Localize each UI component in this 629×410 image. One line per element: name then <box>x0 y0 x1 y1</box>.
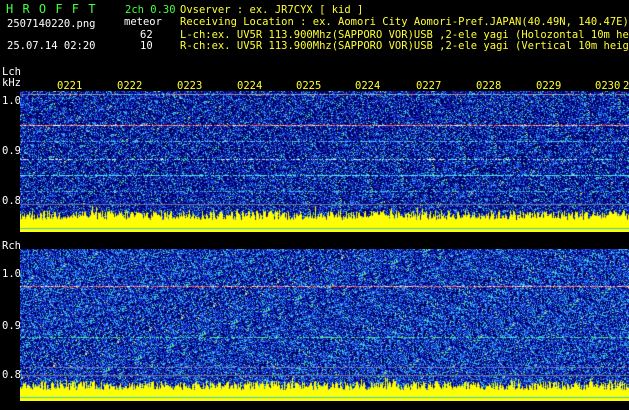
rch-tick-0.8: 0.8 <box>2 369 21 381</box>
location-line: Receiving Location : ex. Aomori City Aom… <box>180 16 629 28</box>
app-title: H R O F F T <box>6 2 97 16</box>
rch-spectrogram <box>20 249 629 401</box>
lch-tick-0.8: 0.8 <box>2 195 21 207</box>
rch-label: Rch <box>2 240 21 252</box>
rch-tick-0.9: 0.9 <box>2 320 21 332</box>
lch-tick-0.9: 0.9 <box>2 145 21 157</box>
event-label: meteor <box>124 16 162 28</box>
rch-tick-1.0: 1.0 <box>2 268 21 280</box>
rch-description: R-ch:ex. UV5R 113.900Mhz(SAPPORO VOR)USB… <box>180 40 629 52</box>
filename: 2507140220.png <box>7 18 96 30</box>
timestamp: 25.07.14 02:20 <box>7 40 96 52</box>
observer-line: Ovserver : ex. JR7CYX [ kid ] <box>180 4 364 16</box>
lch-unit: kHz <box>2 77 21 89</box>
lch-spectrogram <box>20 91 629 232</box>
mode-label: 2ch 0.30 <box>125 4 176 16</box>
lch-tick-1.0: 1.0 <box>2 95 21 107</box>
count-rch: 10 <box>140 40 153 52</box>
